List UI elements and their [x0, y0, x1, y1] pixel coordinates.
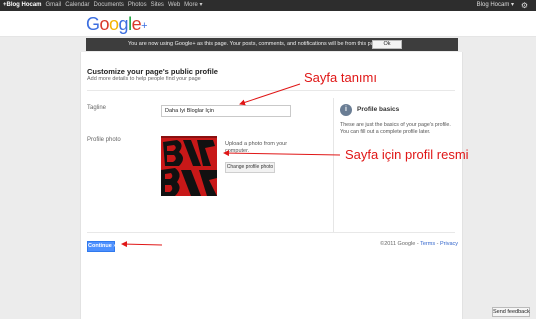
copyright: ©2011 Google	[380, 241, 416, 247]
terms-link[interactable]: Terms	[420, 241, 435, 247]
notice-message: You are now using Google+ as this page. …	[128, 41, 382, 47]
upload-photo-hint: Upload a photo from your computer.	[225, 141, 288, 154]
change-profile-photo-button[interactable]: Change profile photo	[225, 162, 275, 173]
nav-link-sites[interactable]: Sites	[151, 1, 164, 10]
account-menu[interactable]: Blog Hocam ▾	[477, 1, 514, 10]
tagline-annotation: Sayfa tanımı	[304, 70, 377, 85]
profile-basics-title: Profile basics	[357, 106, 400, 113]
profile-basics-icon: i	[340, 104, 352, 116]
profile-photo-image	[161, 136, 217, 196]
profile-card: Customize your page's public profile Add…	[80, 52, 463, 319]
photo-annotation: Sayfa için profil resmi	[345, 147, 469, 162]
divider	[87, 232, 455, 233]
nav-link-gmail[interactable]: Gmail	[46, 1, 62, 10]
nav-link-documents[interactable]: Documents	[94, 1, 124, 10]
page-title: Customize your page's public profile	[87, 67, 218, 76]
continue-button[interactable]: Continue »	[87, 241, 116, 252]
google-plus-logo[interactable]: Google+	[86, 14, 148, 34]
profile-basics-text: These are just the basics of your page's…	[340, 122, 451, 135]
privacy-link[interactable]: Privacy	[440, 241, 458, 247]
header: Google+	[0, 11, 536, 37]
gear-icon[interactable]: ⚙	[521, 1, 528, 10]
nav-link-more[interactable]: More ▾	[184, 1, 202, 10]
send-feedback-button[interactable]: Send feedback	[492, 307, 530, 317]
nav-link-photos[interactable]: Photos	[128, 1, 147, 10]
profile-photo[interactable]	[161, 136, 217, 196]
profile-photo-label: Profile photo	[87, 137, 121, 143]
tagline-label: Tagline	[87, 105, 107, 111]
top-nav-links: +Blog Hocam Gmail Calendar Documents Pho…	[3, 1, 203, 10]
ok-button[interactable]: Ok	[372, 40, 402, 49]
page-subtitle: Add more details to help people find you…	[87, 76, 201, 82]
column-divider	[333, 98, 334, 232]
page-identity-notice: You are now using Google+ as this page. …	[86, 38, 458, 51]
divider	[87, 90, 455, 91]
nav-link-web[interactable]: Web	[168, 1, 180, 10]
footer: ©2011 Google - Terms - Privacy	[380, 241, 458, 247]
nav-link-blog-hocam[interactable]: +Blog Hocam	[3, 1, 42, 10]
top-nav-bar: +Blog Hocam Gmail Calendar Documents Pho…	[0, 0, 536, 11]
nav-link-calendar[interactable]: Calendar	[65, 1, 89, 10]
tagline-input[interactable]	[161, 105, 291, 117]
